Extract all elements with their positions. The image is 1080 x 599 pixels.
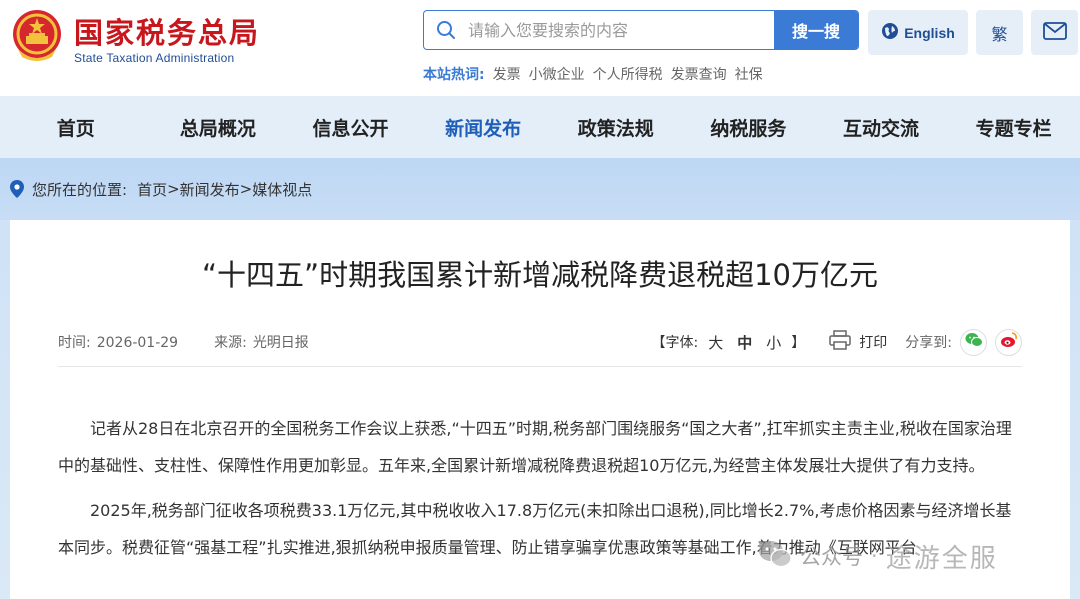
share-group: 分享到:	[905, 328, 1022, 356]
site-name-english[interactable]: State Taxation Administration	[74, 51, 234, 65]
nav-item-news[interactable]: 新闻发布	[417, 114, 550, 141]
nav-item-overview[interactable]: 总局概况	[152, 114, 285, 141]
share-wechat-button[interactable]	[960, 328, 987, 356]
weibo-icon	[1000, 332, 1018, 352]
search-icon	[424, 11, 468, 49]
publish-time: 时间: 2026-01-29	[58, 332, 178, 352]
wechat-icon	[965, 332, 983, 352]
hot-words-label: 本站热词:	[423, 67, 485, 83]
time-value: 2026-01-29	[96, 335, 179, 351]
font-size-control: 【字体: 大 中 小 】	[652, 332, 806, 353]
breadcrumb-separator: >	[239, 180, 253, 198]
english-version-button[interactable]: English	[868, 10, 968, 55]
nav-item-interaction[interactable]: 互动交流	[815, 114, 948, 141]
breadcrumb: 您所在的位置: 首页 > 新闻发布 > 媒体视点	[0, 158, 1080, 220]
nav-item-tax-service[interactable]: 纳税服务	[682, 114, 815, 141]
source-label: 来源:	[214, 335, 247, 351]
article-source: 来源: 光明日报	[214, 332, 309, 352]
watermark: 公众号 · 途游全服	[758, 536, 998, 576]
font-size-small-button[interactable]: 小	[766, 332, 781, 353]
font-size-medium-button[interactable]: 中	[737, 332, 752, 353]
meta-divider	[58, 366, 1022, 367]
wechat-watermark-icon	[758, 539, 792, 574]
breadcrumb-home[interactable]: 首页	[137, 179, 167, 200]
hot-word-link[interactable]: 发票	[493, 64, 521, 84]
hot-word-link[interactable]: 个人所得税	[593, 64, 663, 84]
font-size-label: 【字体:	[651, 335, 699, 351]
source-value: 光明日报	[252, 335, 309, 351]
mail-button[interactable]	[1031, 10, 1078, 55]
search-button[interactable]: 搜一搜	[774, 11, 858, 49]
nav-item-home[interactable]: 首页	[0, 114, 152, 141]
nav-item-policy[interactable]: 政策法规	[549, 114, 682, 141]
article-title: “十四五”时期我国累计新增减税降费退税超10万亿元	[202, 258, 878, 292]
mail-icon	[1042, 21, 1067, 44]
search-box: 搜一搜	[423, 10, 859, 50]
breadcrumb-media-view[interactable]: 媒体视点	[252, 179, 312, 200]
print-label: 打印	[859, 335, 888, 351]
watermark-separator: ·	[871, 544, 878, 568]
hot-word-link[interactable]: 社保	[735, 64, 763, 84]
font-size-close: 】	[791, 335, 806, 351]
breadcrumb-separator: >	[167, 180, 180, 198]
hot-word-link[interactable]: 小微企业	[529, 64, 585, 84]
globe-icon	[881, 22, 899, 43]
english-label: English	[904, 24, 955, 41]
print-button[interactable]: 打印	[829, 330, 887, 354]
national-emblem-logo[interactable]	[12, 9, 62, 65]
breadcrumb-news[interactable]: 新闻发布	[180, 179, 240, 200]
watermark-platform: 公众号	[800, 545, 863, 569]
time-label: 时间:	[58, 335, 91, 351]
hot-word-link[interactable]: 发票查询	[671, 64, 727, 84]
site-name-chinese[interactable]: 国家税务总局	[74, 10, 260, 52]
watermark-account: 途游全服	[885, 543, 998, 574]
hot-words: 本站热词: 发票 小微企业 个人所得税 发票查询 社保	[423, 64, 763, 84]
main-nav: 首页 总局概况 信息公开 新闻发布 政策法规 纳税服务 互动交流 专题专栏	[0, 96, 1080, 158]
location-pin-icon	[10, 180, 24, 198]
nav-item-topics[interactable]: 专题专栏	[947, 114, 1080, 141]
article-paragraph: 记者从28日在北京召开的全国税务工作会议上获悉,“十四五”时期,税务部门围绕服务…	[58, 419, 1012, 475]
printer-icon	[829, 330, 852, 354]
share-label: 分享到:	[905, 335, 952, 351]
nav-item-info-disclosure[interactable]: 信息公开	[284, 114, 417, 141]
site-header: 国家税务总局 State Taxation Administration 搜一搜…	[0, 0, 1080, 96]
font-size-large-button[interactable]: 大	[708, 332, 723, 353]
traditional-chinese-button[interactable]: 繁	[976, 10, 1023, 55]
share-weibo-button[interactable]	[995, 328, 1022, 356]
article-meta: 时间: 2026-01-29 来源: 光明日报 【字体: 大 中 小 】 打印 分	[58, 328, 1022, 356]
breadcrumb-prefix: 您所在的位置:	[32, 180, 128, 199]
search-input[interactable]	[468, 11, 774, 49]
